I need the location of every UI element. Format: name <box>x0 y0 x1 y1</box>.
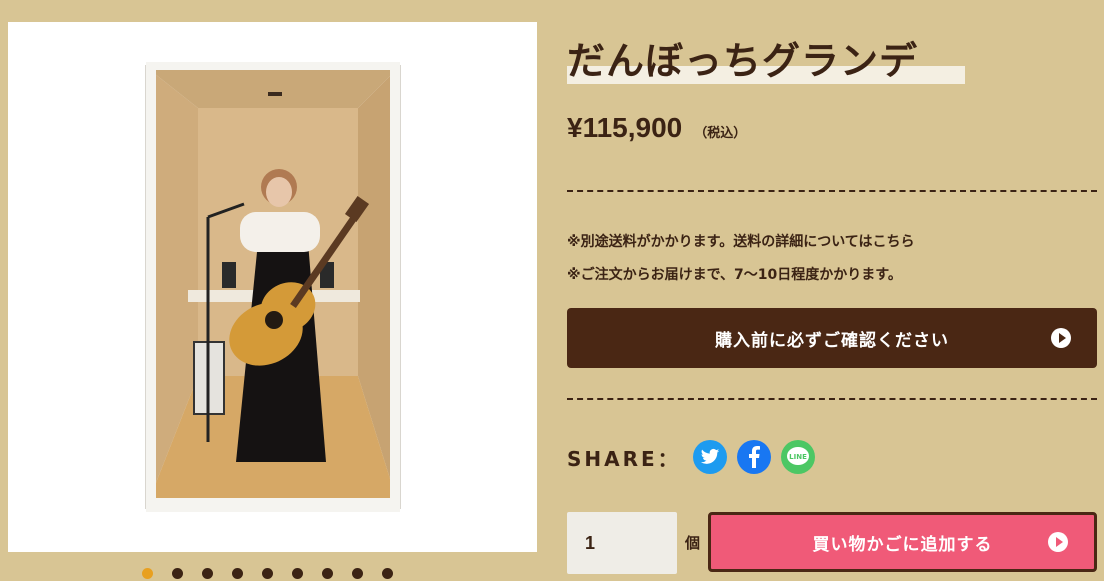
booth-illustration <box>145 62 401 512</box>
divider-bottom <box>567 398 1097 400</box>
arrow-right-icon <box>1051 328 1071 348</box>
twitter-icon[interactable] <box>692 440 727 474</box>
price-row: ¥115,900 （税込） <box>567 112 746 144</box>
line-icon[interactable]: LINE <box>780 440 815 474</box>
carousel-dot[interactable] <box>292 568 303 579</box>
product-price: ¥115,900 <box>567 112 683 143</box>
shipping-note[interactable]: ※別途送料がかかります。送料の詳細についてはこちら <box>567 231 915 251</box>
carousel-dot[interactable] <box>322 568 333 579</box>
carousel-dot[interactable] <box>352 568 363 579</box>
carousel-dot[interactable] <box>172 568 183 579</box>
carousel-dot[interactable] <box>382 568 393 579</box>
cart-button-label: 買い物かごに追加する <box>812 534 993 555</box>
facebook-icon[interactable] <box>736 440 771 474</box>
product-page: だんぼっちグランデ ¥115,900 （税込） ※別途送料がかかります。送料の詳… <box>0 0 1104 581</box>
confirm-before-purchase-button[interactable]: 購入前に必ずご確認ください <box>567 308 1097 368</box>
product-title: だんぼっちグランデ <box>567 39 919 83</box>
arrow-right-icon <box>1048 532 1068 552</box>
carousel-dot[interactable] <box>202 568 213 579</box>
delivery-note: ※ご注文からお届けまで、7〜10日程度かかります。 <box>567 267 902 283</box>
share-row: SHARE： LINE <box>567 440 825 474</box>
carousel-dot[interactable] <box>262 568 273 579</box>
carousel-dot[interactable] <box>232 568 243 579</box>
title-wrap: だんぼっちグランデ <box>567 30 965 85</box>
quantity-unit: 個 <box>685 534 701 552</box>
svg-text:LINE: LINE <box>789 453 807 461</box>
add-to-cart-button[interactable]: 買い物かごに追加する <box>708 512 1097 572</box>
carousel-dots <box>142 568 412 579</box>
quantity-input[interactable] <box>567 512 677 574</box>
confirm-button-label: 購入前に必ずご確認ください <box>715 330 949 351</box>
divider-top <box>567 190 1097 192</box>
carousel-dot[interactable] <box>142 568 153 579</box>
tax-note: （税込） <box>694 126 747 141</box>
share-label: SHARE： <box>567 446 681 471</box>
product-image[interactable] <box>8 22 537 552</box>
